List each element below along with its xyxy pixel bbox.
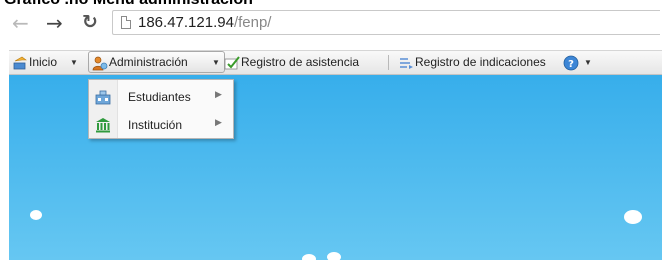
- toolbar-separator: [388, 55, 389, 70]
- dropdown-item-estudiantes-label: Estudiantes: [128, 90, 191, 104]
- page-icon: [121, 16, 131, 29]
- menu-inicio-label: Inicio: [29, 55, 58, 69]
- students-icon: [95, 90, 111, 105]
- chevron-down-icon: ▼: [212, 58, 220, 67]
- svg-text:?: ?: [568, 59, 574, 70]
- decorative-dot: [302, 254, 316, 264]
- reload-icon[interactable]: ↻: [82, 11, 98, 33]
- url-input[interactable]: 186.47.121.94/fenp/: [112, 10, 660, 35]
- menu-inicio[interactable]: Inicio ▼: [9, 52, 81, 73]
- decorative-dot: [624, 210, 642, 224]
- dropdown-item-estudiantes[interactable]: Estudiantes ▶: [89, 85, 233, 109]
- dropdown-item-institucion[interactable]: Institución ▶: [89, 113, 233, 137]
- building-icon: [96, 118, 110, 133]
- url-host: 186.47.121.94: [138, 14, 234, 31]
- menu-administracion-label: Administración: [109, 55, 188, 69]
- help-icon: ?: [563, 55, 579, 71]
- app-toolbar: Inicio ▼ Administración ▼ Registro de as…: [9, 50, 662, 75]
- menu-registro-asistencia-label: Registro de asistencia: [241, 55, 360, 69]
- menu-administracion[interactable]: Administración ▼: [88, 51, 225, 73]
- administracion-dropdown: Estudiantes ▶ Institución ▶: [88, 79, 234, 139]
- user-settings-icon: [92, 56, 108, 71]
- checklist-icon: [224, 56, 240, 70]
- chevron-down-icon: ▼: [584, 58, 592, 67]
- url-path: /fenp/: [233, 14, 272, 31]
- back-icon[interactable]: ←: [12, 11, 29, 35]
- chevron-down-icon: ▼: [70, 58, 78, 67]
- home-arrow-icon: [13, 56, 27, 70]
- notes-icon: [400, 58, 413, 69]
- decorative-dot: [327, 252, 341, 262]
- menu-help[interactable]: ? ▼: [560, 52, 600, 73]
- menu-registro-asistencia[interactable]: Registro de asistencia: [221, 52, 383, 73]
- forward-icon[interactable]: →: [46, 11, 63, 35]
- menu-registro-indicaciones[interactable]: Registro de indicaciones: [395, 52, 553, 73]
- chevron-right-icon: ▶: [215, 117, 222, 127]
- chevron-right-icon: ▶: [215, 89, 222, 99]
- dropdown-item-institucion-label: Institución: [128, 118, 183, 132]
- menu-registro-indicaciones-label: Registro de indicaciones: [415, 55, 546, 69]
- browser-address-bar: ← → ↻ 186.47.121.94/fenp/: [0, 7, 662, 39]
- decorative-dot: [30, 210, 42, 220]
- url-text: 186.47.121.94/fenp/: [138, 14, 271, 31]
